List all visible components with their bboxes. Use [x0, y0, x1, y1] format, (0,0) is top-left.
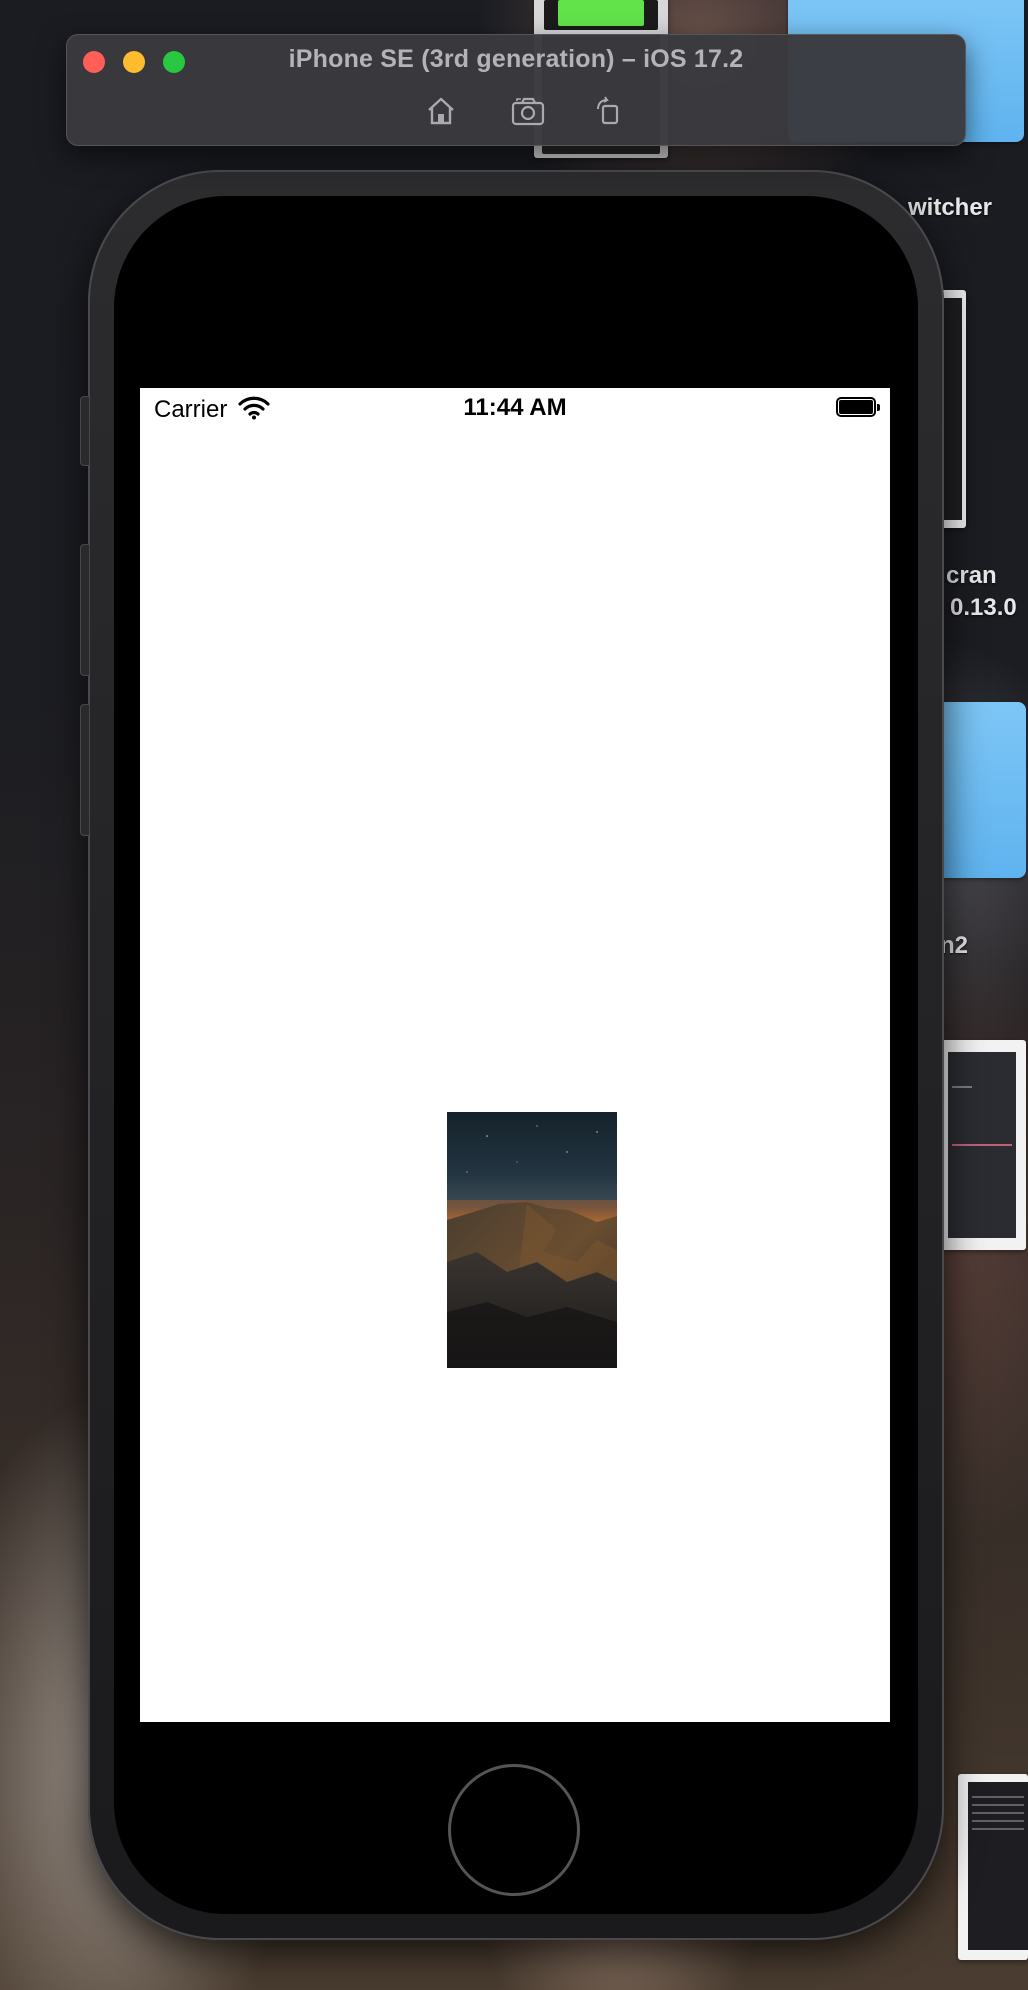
terminal-text-lines — [972, 1796, 1024, 1836]
rotate-icon — [597, 96, 619, 125]
thumbnail-green-block — [544, 0, 658, 30]
simulator-title: iPhone SE (3rd generation) – iOS 17.2 — [288, 45, 744, 73]
rotate-button[interactable] — [589, 93, 629, 129]
volume-up-button — [80, 544, 90, 676]
screenshot-button[interactable] — [509, 93, 549, 129]
document-strip — [944, 298, 962, 520]
simulator-toolbar — [67, 93, 965, 129]
simulator-titlebar[interactable]: iPhone SE (3rd generation) – iOS 17.2 — [66, 34, 966, 146]
desktop-code-thumbnail[interactable] — [940, 1040, 1026, 1250]
desktop-item-label: cran — [946, 562, 997, 589]
desktop-item-label: 0.13.0 — [950, 594, 1017, 621]
desktop-folder-icon[interactable] — [930, 702, 1026, 878]
mute-switch — [80, 396, 90, 466]
device-screen[interactable]: Carrier 11:44 AM — [140, 388, 890, 1722]
desktop-item-label: n2 — [940, 932, 969, 959]
home-icon — [428, 97, 454, 125]
desktop-item-label: witcher — [908, 194, 993, 221]
volume-down-button — [80, 704, 90, 836]
status-bar: Carrier 11:44 AM — [140, 388, 890, 428]
desktop-terminal-thumbnail[interactable] — [958, 1774, 1028, 1960]
status-time: 11:44 AM — [463, 394, 567, 421]
mountain-photo — [447, 1112, 617, 1368]
camera-icon — [511, 97, 545, 126]
code-line — [952, 1144, 1012, 1146]
home-button-hardware[interactable] — [448, 1764, 580, 1896]
code-line — [952, 1086, 972, 1088]
home-button[interactable] — [421, 93, 461, 129]
battery-icon — [836, 397, 880, 417]
